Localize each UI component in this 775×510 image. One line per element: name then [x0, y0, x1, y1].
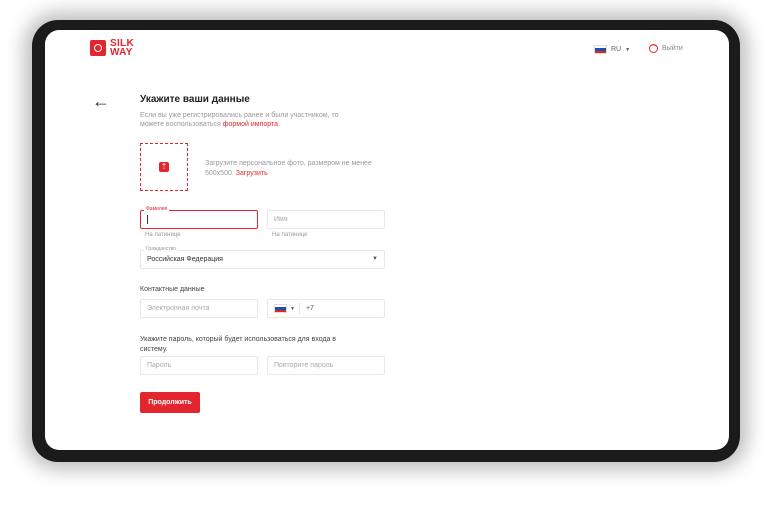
phone-country-selector[interactable]: ▼: [274, 304, 295, 313]
photo-instructions: Загрузите персональное фото, размером не…: [205, 159, 375, 179]
surname-input[interactable]: [140, 210, 258, 229]
photo-text: Загрузите персональное фото, размером не…: [205, 160, 372, 177]
text-cursor: [147, 215, 148, 224]
citizenship-value: Российская Федерация: [147, 256, 223, 263]
subtitle-end: .: [278, 121, 280, 128]
phone-divider: [298, 303, 300, 314]
password-repeat-input[interactable]: Повторите пароль: [267, 356, 385, 375]
page-subtitle: Если вы уже регистрировались ранее и был…: [140, 111, 350, 129]
continue-button[interactable]: Продолжить: [140, 392, 200, 413]
logo-line2: WAY: [110, 47, 133, 58]
surname-hint: На латинице: [145, 232, 181, 238]
silkway-logo[interactable]: SILK WAY: [90, 39, 134, 58]
name-input[interactable]: Имя: [267, 210, 385, 229]
photo-upload-area[interactable]: ⇡: [140, 143, 188, 191]
app-screen: SILK WAY RU ▼ Выйти ← Укажите ваши данны…: [45, 30, 729, 450]
phone-prefix: +7: [305, 305, 314, 312]
logo-text: SILK WAY: [110, 39, 134, 58]
import-form-link[interactable]: формой импорта: [223, 121, 278, 128]
name-placeholder: Имя: [274, 216, 288, 223]
phone-input[interactable]: ▼ +7: [267, 299, 385, 318]
password-repeat-placeholder: Повторите пароль: [274, 362, 334, 369]
chevron-down-icon: ▼: [625, 46, 631, 53]
logout-icon: [649, 42, 658, 53]
email-placeholder: Электронная почта: [147, 305, 210, 312]
password-placeholder: Пароль: [147, 362, 172, 369]
password-input[interactable]: Пароль: [140, 356, 258, 375]
logout-label: Выйти: [662, 45, 683, 52]
logo-mark-icon: [90, 40, 106, 56]
chevron-down-icon: ▼: [290, 305, 295, 312]
language-selector[interactable]: RU ▼: [594, 45, 630, 54]
back-arrow-icon[interactable]: ←: [92, 92, 110, 110]
russia-flag-icon: [274, 304, 287, 313]
contacts-section-label: Контактные данные: [140, 286, 205, 293]
page-title: Укажите ваши данные: [140, 94, 250, 105]
email-input[interactable]: Электронная почта: [140, 299, 258, 318]
surname-label: Фамилия: [144, 206, 170, 212]
citizenship-select[interactable]: Российская Федерация ▼: [140, 250, 385, 269]
logout-button[interactable]: Выйти: [649, 42, 683, 53]
upload-icon: ⇡: [159, 162, 169, 172]
password-instruction: Укажите пароль, который будет использова…: [140, 336, 337, 353]
name-hint: На латинице: [272, 232, 308, 238]
chevron-down-icon: ▼: [372, 256, 378, 262]
upload-link[interactable]: Загрузить: [236, 170, 268, 177]
russia-flag-icon: [594, 45, 607, 54]
citizenship-label: Гражданство: [144, 246, 178, 252]
language-label: RU: [611, 46, 622, 53]
